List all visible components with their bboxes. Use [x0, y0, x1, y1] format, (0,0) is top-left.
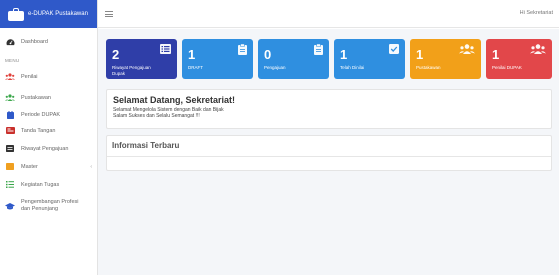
user-greeting[interactable]: Hi Sekretariat	[520, 10, 553, 16]
sidebar-item-dashboard[interactable]: Dashboard	[0, 36, 98, 47]
sidebar-item-label: Kegiatan Tugas	[21, 181, 60, 188]
stat-label: DRAFT	[188, 65, 203, 70]
sidebar: e-DUPAK Pustakawan Dashboard MENU Penila…	[0, 0, 98, 275]
welcome-line-2: Salam Sukses dan Selalu Semangat !!!	[113, 113, 200, 119]
stat-value: 1	[340, 47, 348, 62]
info-card: Informasi Terbaru	[106, 135, 552, 171]
top-navbar: Hi Sekretariat	[98, 0, 559, 28]
chevron-left-icon: ‹	[90, 163, 92, 170]
users-icon	[459, 44, 475, 57]
welcome-card: Selamat Datang, Sekretariat! Selamat Men…	[106, 89, 552, 129]
stat-box-draft[interactable]: 1 DRAFT	[182, 39, 253, 79]
users-icon	[530, 44, 546, 57]
welcome-title: Selamat Datang, Sekretariat!	[113, 95, 236, 105]
stat-value: 1	[188, 47, 196, 62]
sidebar-item-label: Periode DUPAK	[21, 111, 61, 118]
stat-label: Telah Dinilai	[340, 65, 365, 70]
sidebar-item-label: Penilai	[21, 73, 38, 80]
stat-value: 2	[112, 47, 120, 62]
sidebar-item-kegiatan-tugas[interactable]: Kegiatan Tugas	[0, 179, 98, 190]
sidebar-item-pustakawan[interactable]: Pustakawan	[0, 92, 98, 103]
sidebar-item-label: Riwayat Pengajuan	[21, 145, 69, 152]
list-alt-icon	[160, 44, 171, 57]
users-icon	[5, 72, 15, 81]
main-content: 2 Riwayat Pengajuan Dupak 1 DRAFT 0 Peng…	[98, 29, 559, 275]
stat-label: Pengajuan	[264, 65, 286, 70]
stat-value: 1	[416, 47, 424, 62]
info-title: Informasi Terbaru	[112, 141, 180, 150]
clipboard-icon	[314, 43, 323, 58]
stat-label: Penilai DUPAK	[492, 65, 522, 70]
sidebar-item-label: Pengembangan Profesi dan Penunjang	[21, 199, 79, 212]
stat-value: 1	[492, 47, 500, 62]
history-icon	[5, 144, 15, 153]
hamburger-menu-icon[interactable]	[105, 11, 113, 17]
stat-value: 0	[264, 47, 272, 62]
stat-label: Riwayat Pengajuan Dupak	[112, 65, 151, 76]
users-icon	[5, 93, 15, 102]
stat-box-pustakawan[interactable]: 1 Pustakawan	[410, 39, 481, 79]
list-icon	[5, 180, 15, 189]
brand-title: e-DUPAK Pustakawan	[28, 11, 88, 17]
sidebar-item-riwayat-pengajuan[interactable]: Riwayat Pengajuan	[0, 143, 98, 154]
stat-box-pengajuan[interactable]: 0 Pengajuan	[258, 39, 329, 79]
clipboard-icon	[238, 43, 247, 58]
signature-icon	[5, 126, 15, 135]
sidebar-item-tanda-tangan[interactable]: Tanda Tangan	[0, 125, 98, 136]
sidebar-item-label: Tanda Tangan	[21, 127, 56, 134]
calendar-icon	[5, 110, 15, 119]
folder-icon	[5, 162, 15, 171]
brand-link[interactable]: e-DUPAK Pustakawan	[0, 0, 97, 28]
sidebar-item-periode-dupak[interactable]: Periode DUPAK	[0, 109, 98, 120]
menu-heading: MENU	[5, 58, 20, 63]
sidebar-item-label: Pustakawan	[21, 94, 51, 101]
stat-box-penilai-dupak[interactable]: 1 Penilai DUPAK	[486, 39, 552, 79]
dashboard-icon	[5, 37, 15, 46]
sidebar-item-label: Master	[21, 163, 38, 170]
welcome-message: Selamat Mengelola Sistem dengan Baik dan…	[113, 107, 413, 119]
sidebar-item-penilai[interactable]: Penilai	[0, 71, 98, 82]
sidebar-item-pengembangan-profesi[interactable]: Pengembangan Profesi dan Penunjang	[0, 198, 98, 214]
briefcase-icon	[6, 7, 26, 21]
stat-box-telah-dinilai[interactable]: 1 Telah Dinilai	[334, 39, 405, 79]
stat-box-riwayat-pengajuan[interactable]: 2 Riwayat Pengajuan Dupak	[106, 39, 177, 79]
graduation-cap-icon	[5, 202, 15, 211]
check-square-icon	[389, 44, 399, 57]
sidebar-item-master[interactable]: Master ‹	[0, 161, 98, 172]
info-divider	[107, 156, 551, 157]
stat-label: Pustakawan	[416, 65, 441, 70]
sidebar-item-label: Dashboard	[21, 38, 48, 45]
